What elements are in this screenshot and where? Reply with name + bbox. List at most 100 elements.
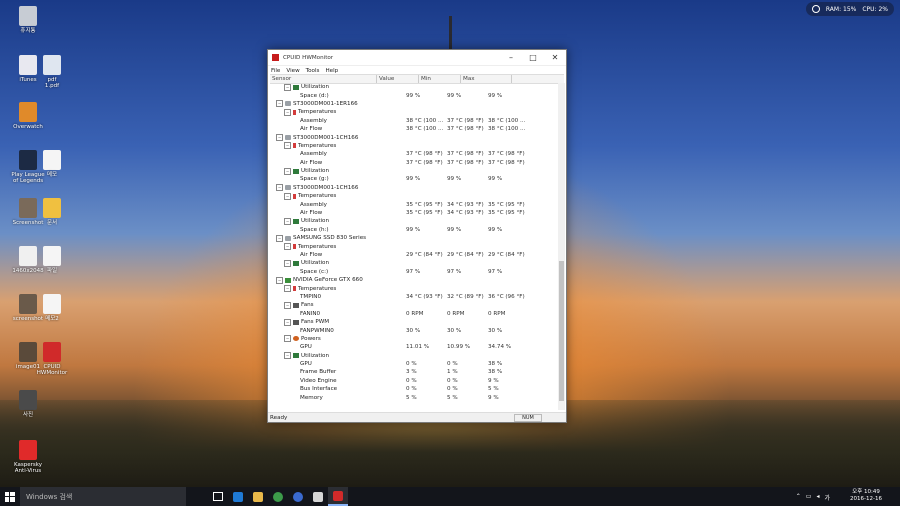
sensor-row[interactable]: Video Engine 0 % 0 % 9 %: [270, 377, 556, 385]
sensor-row[interactable]: − ST3000DM001-1ER166: [270, 100, 556, 108]
desktop-icon[interactable]: Overwatch: [6, 102, 50, 130]
sensor-row[interactable]: GPU 0 % 0 % 38 %: [270, 360, 556, 368]
menu-tools[interactable]: Tools: [306, 68, 320, 74]
sensor-row[interactable]: Space (g:) 99 % 99 % 99 %: [270, 175, 556, 183]
expand-collapse-icon[interactable]: −: [276, 100, 283, 108]
taskbar-search[interactable]: Windows 검색: [20, 487, 186, 506]
hwmonitor-taskbar-button[interactable]: [328, 487, 348, 506]
hwmonitor-window[interactable]: CPUID HWMonitor – □ ✕ File View Tools He…: [267, 49, 567, 423]
maximize-button[interactable]: □: [522, 53, 544, 62]
tray-expand-icon[interactable]: ⌃: [796, 493, 801, 502]
menu-help[interactable]: Help: [325, 68, 338, 74]
edge-button[interactable]: [228, 487, 248, 506]
sensor-row[interactable]: − Temperatures: [270, 192, 556, 200]
desktop-icon-label: 문서: [46, 220, 58, 226]
expand-collapse-icon[interactable]: −: [284, 335, 291, 343]
desktop-icon[interactable]: Kaspersky Anti-Virus: [6, 440, 50, 474]
sensor-row[interactable]: − SAMSUNG SSD 830 Series: [270, 234, 556, 242]
close-button[interactable]: ✕: [544, 53, 566, 62]
sensor-row[interactable]: Frame Buffer 3 % 1 % 38 %: [270, 368, 556, 376]
sensor-row[interactable]: − ST3000DM001-1CH166: [270, 184, 556, 192]
expand-collapse-icon[interactable]: −: [284, 142, 291, 150]
sensor-name-cell: − Fans PWM: [270, 318, 390, 326]
expand-collapse-icon[interactable]: −: [284, 318, 291, 326]
sensor-row[interactable]: − Fans: [270, 301, 556, 309]
network-icon[interactable]: ▭: [806, 493, 812, 502]
expand-collapse-icon[interactable]: −: [284, 83, 291, 91]
sensor-row[interactable]: Space (c:) 97 % 97 % 97 %: [270, 268, 556, 276]
taskbar-clock[interactable]: 오후 10:49 2016-12-16: [850, 489, 882, 503]
sensor-row[interactable]: Air Flow 37 °C (98 °F) 37 °C (98 °F) 37 °C …: [270, 159, 556, 167]
app-button-2[interactable]: [288, 487, 308, 506]
sensor-row[interactable]: GPU 11.01 % 10.99 % 34.74 %: [270, 343, 556, 351]
col-sensor[interactable]: Sensor: [270, 75, 377, 83]
scrollbar-thumb[interactable]: [559, 261, 564, 401]
sensor-row[interactable]: − Utilization: [270, 259, 556, 267]
sensor-row[interactable]: − Utilization: [270, 167, 556, 175]
sensor-row[interactable]: − Temperatures: [270, 284, 556, 293]
sensor-row[interactable]: Assembly 35 °C (95 °F) 34 °C (93 °F) 35 °C …: [270, 200, 556, 208]
sensor-row[interactable]: Air Flow 29 °C (84 °F) 29 °C (84 °F) 29 °C …: [270, 251, 556, 259]
sensor-row[interactable]: − ST3000DM001-1CH166: [270, 133, 556, 142]
desktop-icon[interactable]: 사진: [6, 390, 50, 418]
vertical-scrollbar[interactable]: [558, 83, 565, 410]
sensor-row[interactable]: − Powers: [270, 335, 556, 343]
ime-icon[interactable]: 가: [824, 493, 830, 502]
expand-collapse-icon[interactable]: −: [284, 243, 291, 251]
sensor-row[interactable]: − NVIDIA GeForce GTX 660: [270, 276, 556, 284]
volume-icon[interactable]: ◂: [816, 493, 819, 502]
expand-collapse-icon[interactable]: −: [284, 108, 291, 116]
sensor-row[interactable]: Memory 5 % 5 % 9 %: [270, 393, 556, 401]
menu-view[interactable]: View: [286, 68, 299, 74]
menu-file[interactable]: File: [271, 68, 280, 74]
sensor-row[interactable]: − Fans PWM: [270, 318, 556, 326]
sensor-row[interactable]: FANIN0 0 RPM 0 RPM 0 RPM: [270, 310, 556, 318]
expand-collapse-icon[interactable]: −: [276, 184, 283, 192]
desktop-icon[interactable]: 휴지통: [6, 6, 50, 34]
expand-collapse-icon[interactable]: −: [284, 352, 291, 360]
desktop-icon[interactable]: CPUID HWMonitor: [30, 342, 74, 376]
sensor-row[interactable]: − Temperatures: [270, 142, 556, 150]
col-min[interactable]: Min: [419, 75, 461, 83]
minimize-button[interactable]: –: [500, 53, 522, 62]
col-value[interactable]: Value: [377, 75, 419, 83]
chrome-button[interactable]: [268, 487, 288, 506]
sensor-row[interactable]: Assembly 37 °C (98 °F) 37 °C (98 °F) 37 °C …: [270, 150, 556, 158]
value-cell: 35 °C (95 °F): [406, 201, 443, 208]
sensor-row[interactable]: − Utilization: [270, 217, 556, 225]
sensor-row[interactable]: Air Flow 35 °C (95 °F) 34 °C (93 °F) 35 °C …: [270, 209, 556, 217]
sensor-row[interactable]: TMPIN0 34 °C (93 °F) 32 °C (89 °F) 36 °C (9…: [270, 293, 556, 301]
desktop-icon[interactable]: 파일: [30, 246, 74, 274]
sensor-row[interactable]: Space (d:) 99 % 99 % 99 %: [270, 91, 556, 99]
expand-collapse-icon[interactable]: −: [284, 285, 291, 293]
sensor-row[interactable]: − Utilization: [270, 83, 556, 91]
expand-collapse-icon[interactable]: −: [276, 134, 283, 142]
task-view-button[interactable]: [208, 487, 228, 506]
sensor-row[interactable]: Air Flow 38 °C (100 ... 37 °C (98 °F) 38 °C…: [270, 125, 556, 133]
desktop-icon[interactable]: 메모: [30, 150, 74, 178]
expand-collapse-icon[interactable]: −: [284, 259, 291, 267]
expand-collapse-icon[interactable]: −: [284, 192, 291, 200]
explorer-button[interactable]: [248, 487, 268, 506]
expand-collapse-icon[interactable]: −: [276, 234, 283, 242]
desktop-icon[interactable]: pdf 1.pdf: [30, 55, 74, 89]
start-button[interactable]: [0, 487, 20, 506]
sensor-tree[interactable]: − Utilization Space (d:) 99 % 99 % 99 % − ST300…: [270, 83, 556, 410]
desktop-icon[interactable]: 메모2: [30, 294, 74, 322]
expand-collapse-icon[interactable]: −: [284, 167, 291, 175]
title-bar[interactable]: CPUID HWMonitor – □ ✕: [268, 50, 566, 66]
sensor-row[interactable]: Space (h:) 99 % 99 % 99 %: [270, 226, 556, 234]
col-max[interactable]: Max: [461, 75, 512, 83]
sensor-row[interactable]: Assembly 38 °C (100 ... 37 °C (98 °F) 38 °C…: [270, 117, 556, 125]
sensor-row[interactable]: − Temperatures: [270, 242, 556, 251]
expand-collapse-icon[interactable]: −: [276, 276, 283, 284]
sensor-row[interactable]: − Utilization: [270, 352, 556, 360]
expand-collapse-icon[interactable]: −: [284, 217, 291, 225]
sensor-row[interactable]: − Temperatures: [270, 108, 556, 116]
expand-collapse-icon[interactable]: −: [284, 301, 291, 309]
sensor-row[interactable]: Bus Interface 0 % 0 % 5 %: [270, 385, 556, 393]
sensor-row[interactable]: FANPWMIN0 30 % 30 % 30 %: [270, 326, 556, 334]
desktop-icon-label: Kaspersky Anti-Virus: [14, 462, 42, 474]
desktop-icon[interactable]: 문서: [30, 198, 74, 226]
app-button-3[interactable]: [308, 487, 328, 506]
